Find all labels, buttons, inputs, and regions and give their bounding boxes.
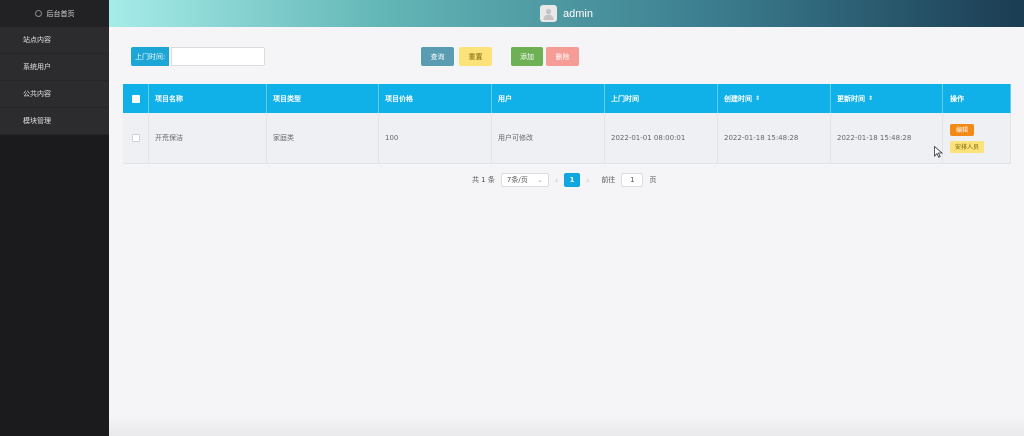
select-all-checkbox[interactable] [131, 94, 140, 103]
header-checkbox-cell [123, 84, 149, 113]
table-header: 项目名称 项目类型 项目价格 用户 上门时间 创建时间 ⇕ 更新时间 ⇕ 操作 [123, 84, 1011, 113]
username[interactable]: admin [563, 8, 593, 20]
bottom-shade [109, 416, 1024, 436]
data-table: 项目名称 项目类型 项目价格 用户 上门时间 创建时间 ⇕ 更新时间 ⇕ 操作 开荒… [123, 84, 1011, 164]
pagination: 共 1 条 7条/页 ⌄ ‹ 1 › 前往 1 页 [472, 173, 656, 187]
column-header-label: 创建时间 [724, 94, 752, 103]
row-checkbox[interactable] [131, 134, 140, 142]
query-button[interactable]: 查询 [421, 47, 454, 66]
cell-type: 家庭类 [267, 113, 379, 163]
page-size-select[interactable]: 7条/页 ⌄ [500, 173, 549, 187]
visit-time-label: 上门时间: [131, 47, 170, 66]
cell-created: 2022-01-18 15:48:28 [718, 113, 831, 163]
page-size-value: 7条/页 [506, 176, 528, 184]
column-header-label: 更新时间 [837, 94, 865, 103]
table-row: 开荒保洁 家庭类 100 用户可修改 2022-01-01 08:00:01 2… [123, 113, 1011, 164]
sidebar-item-site-content[interactable]: 站点内容 [0, 27, 109, 54]
delete-button[interactable]: 删除 [546, 47, 579, 66]
user-icon [543, 8, 554, 20]
edit-button[interactable]: 编辑 [950, 123, 975, 136]
goto-suffix: 页 [649, 176, 657, 184]
sort-icon[interactable]: ⇕ [755, 95, 760, 102]
cell-updated: 2022-01-18 15:48:28 [831, 113, 943, 163]
home-icon [34, 10, 42, 17]
sidebar-item-label: 站点内容 [23, 36, 51, 44]
add-button[interactable]: 添加 [511, 47, 543, 66]
sidebar: 后台首页 站点内容 系统用户 公共内容 模块管理 [0, 0, 109, 436]
mouse-cursor-icon [934, 146, 943, 158]
sidebar-item-label: 系统用户 [23, 63, 51, 71]
column-header-visit-time: 上门时间 [605, 84, 718, 113]
cell-visit-time: 2022-01-01 08:00:01 [605, 113, 718, 163]
avatar[interactable] [540, 5, 558, 22]
row-checkbox-cell [123, 113, 149, 163]
sidebar-menu: 站点内容 系统用户 公共内容 模块管理 [0, 27, 109, 135]
sidebar-brand-label: 后台首页 [46, 9, 75, 18]
cell-price: 100 [379, 113, 492, 163]
sidebar-item-label: 公共内容 [23, 90, 51, 98]
reset-button[interactable]: 重置 [459, 47, 492, 66]
cell-user: 用户可修改 [492, 113, 605, 163]
goto-prefix: 前往 [601, 176, 616, 184]
next-page-icon[interactable]: › [586, 176, 589, 185]
column-header-created[interactable]: 创建时间 ⇕ [718, 84, 831, 113]
sidebar-brand[interactable]: 后台首页 [0, 0, 109, 27]
sort-icon[interactable]: ⇕ [868, 95, 873, 102]
chevron-down-icon: ⌄ [537, 176, 543, 184]
column-header-updated[interactable]: 更新时间 ⇕ [831, 84, 943, 113]
top-header: admin [109, 0, 1024, 27]
prev-page-icon[interactable]: ‹ [555, 176, 558, 185]
sidebar-item-module-management[interactable]: 模块管理 [0, 108, 109, 135]
sidebar-item-public-content[interactable]: 公共内容 [0, 81, 109, 108]
cell-actions: 编辑 安排人员 [943, 113, 1011, 163]
column-header-user: 用户 [492, 84, 605, 113]
column-header-type: 项目类型 [267, 84, 379, 113]
column-header-actions: 操作 [943, 84, 1011, 113]
assign-staff-button[interactable]: 安排人员 [950, 140, 985, 153]
sidebar-item-label: 模块管理 [23, 117, 51, 125]
goto-page-input[interactable]: 1 [621, 173, 644, 187]
visit-time-input[interactable] [171, 47, 265, 66]
sidebar-item-system-users[interactable]: 系统用户 [0, 54, 109, 81]
column-header-price: 项目价格 [379, 84, 492, 113]
cell-name: 开荒保洁 [149, 113, 267, 163]
column-header-name: 项目名称 [149, 84, 267, 113]
page-number-current[interactable]: 1 [564, 173, 581, 187]
total-count: 共 1 条 [472, 176, 495, 184]
